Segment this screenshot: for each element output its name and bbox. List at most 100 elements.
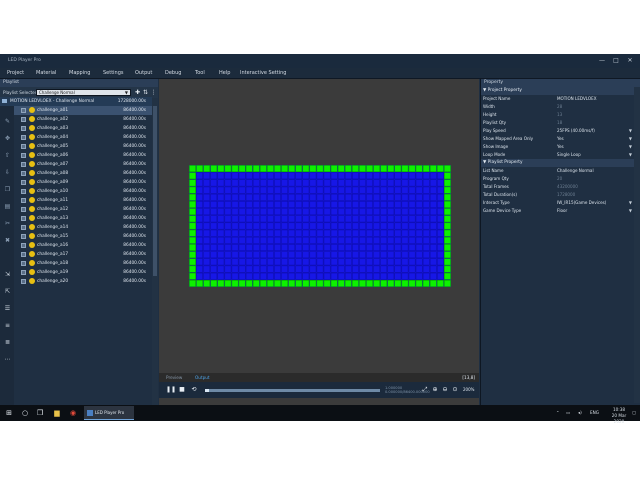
item-checkbox[interactable] xyxy=(21,198,26,203)
property-row[interactable]: Total Duration(s) 1728000 xyxy=(481,191,634,199)
playlist-item[interactable]: challenge_a09 86400.00s xyxy=(14,178,152,187)
cut-icon[interactable]: ✂ xyxy=(3,220,12,228)
property-scrollbar[interactable] xyxy=(634,87,640,403)
sort-icon[interactable]: ⇅ xyxy=(142,89,149,96)
list-alt-icon[interactable]: ≡ xyxy=(3,322,12,330)
up-icon[interactable]: ⇧ xyxy=(3,152,12,160)
list-icon[interactable]: ☰ xyxy=(3,305,12,313)
edit-icon[interactable]: ✎ xyxy=(3,118,12,126)
clock[interactable]: 10:38 20 Mar 2020 xyxy=(607,405,631,424)
fit-icon[interactable]: ⤢ xyxy=(421,386,429,394)
import-icon[interactable]: ⇲ xyxy=(3,271,12,279)
property-row[interactable]: Height 13 xyxy=(481,111,634,119)
menu-debug[interactable]: Debug xyxy=(165,68,181,79)
menu-interactive-setting[interactable]: Interactive Setting xyxy=(240,68,286,79)
pause-icon[interactable]: ❚❚ xyxy=(166,386,176,394)
playlist-item[interactable]: challenge_a18 86400.00s xyxy=(14,259,152,268)
item-checkbox[interactable] xyxy=(21,243,26,248)
item-checkbox[interactable] xyxy=(21,252,26,257)
add-playlist-icon[interactable]: ✚ xyxy=(134,89,141,96)
property-section-header[interactable]: ▼ Project Property xyxy=(481,87,634,95)
property-row[interactable]: Total Frames 43200000 xyxy=(481,183,634,191)
item-checkbox[interactable] xyxy=(21,144,26,149)
playlist-item[interactable]: challenge_a08 86400.00s xyxy=(14,169,152,178)
progress-slider[interactable] xyxy=(205,389,380,392)
chevron-down-icon[interactable]: ▼ xyxy=(629,127,632,135)
minimize-button[interactable]: — xyxy=(596,54,608,68)
chevron-down-icon[interactable]: ▼ xyxy=(629,207,632,215)
playlist-item[interactable]: challenge_a10 86400.00s xyxy=(14,187,152,196)
item-checkbox[interactable] xyxy=(21,216,26,221)
property-row[interactable]: Show Mapped Area Only Yes ▼ xyxy=(481,135,634,143)
menu-output[interactable]: Output xyxy=(135,68,152,79)
playlist-item[interactable]: challenge_a16 86400.00s xyxy=(14,241,152,250)
playlist-item[interactable]: challenge_a12 86400.00s xyxy=(14,205,152,214)
property-value[interactable]: Floor xyxy=(557,207,567,215)
loop-icon[interactable]: ⟲ xyxy=(190,386,198,394)
item-checkbox[interactable] xyxy=(21,135,26,140)
volume-icon[interactable]: ◂) xyxy=(578,405,582,421)
item-checkbox[interactable] xyxy=(21,108,26,113)
export-icon[interactable]: ⇱ xyxy=(3,288,12,296)
chevron-down-icon[interactable]: ▼ xyxy=(629,151,632,159)
property-value[interactable]: Yes xyxy=(557,135,564,143)
property-value[interactable]: Single Loop xyxy=(557,151,581,159)
zoom-in-icon[interactable]: ⊕ xyxy=(431,386,439,394)
windows-start-icon[interactable]: ⊞ xyxy=(4,408,14,418)
playlist-item[interactable]: challenge_a17 86400.00s xyxy=(14,250,152,259)
playlist-item[interactable]: challenge_a01 86400.00s xyxy=(14,106,152,115)
item-checkbox[interactable] xyxy=(21,126,26,131)
item-checkbox[interactable] xyxy=(21,153,26,158)
delete-icon[interactable]: ✖ xyxy=(3,237,12,245)
copy-icon[interactable]: ❐ xyxy=(3,186,12,194)
playlist-scrollbar-thumb[interactable] xyxy=(153,106,157,276)
dots-icon[interactable]: ⋯ xyxy=(3,356,12,364)
notification-icon[interactable]: ▢ xyxy=(632,405,636,421)
playlist-item[interactable]: challenge_a02 86400.00s xyxy=(14,115,152,124)
tab-output[interactable]: Output xyxy=(195,373,210,382)
chrome-icon[interactable]: ◉ xyxy=(68,408,78,418)
menu-settings[interactable]: Settings xyxy=(103,68,124,79)
property-row[interactable]: Loop Mode Single Loop ▼ xyxy=(481,151,634,159)
paste-icon[interactable]: ▤ xyxy=(3,203,12,211)
move-icon[interactable]: ✥ xyxy=(3,135,12,143)
property-row[interactable]: Interact Type IW_IR15(Game Devices) ▼ xyxy=(481,199,634,207)
chevron-down-icon[interactable]: ▼ xyxy=(629,199,632,207)
property-row[interactable]: Width 28 xyxy=(481,103,634,111)
property-section-header[interactable]: ▼ Playlist Property xyxy=(481,159,634,167)
menu-material[interactable]: Material xyxy=(36,68,56,79)
item-checkbox[interactable] xyxy=(21,162,26,167)
property-row[interactable]: Project Name MOTION LEDVLOEX xyxy=(481,95,634,103)
playlist-item[interactable]: challenge_a15 86400.00s xyxy=(14,232,152,241)
property-row[interactable]: Play Speed 25FPS (40.00ms/f) ▼ xyxy=(481,127,634,135)
chevron-down-icon[interactable]: ▼ xyxy=(629,135,632,143)
item-checkbox[interactable] xyxy=(21,189,26,194)
menu-mapping[interactable]: Mapping xyxy=(69,68,90,79)
zoom-reset-icon[interactable]: ⊙ xyxy=(451,386,459,394)
playlist-dropdown[interactable]: Challenge Normal ▼ xyxy=(36,89,131,96)
property-value[interactable]: Yes xyxy=(557,143,564,151)
item-checkbox[interactable] xyxy=(21,207,26,212)
menu-tool[interactable]: Tool xyxy=(195,68,205,79)
language-indicator[interactable]: ENG xyxy=(590,405,599,421)
menu-icon[interactable]: ≣ xyxy=(3,339,12,347)
property-row[interactable]: List Name Challenge Normal xyxy=(481,167,634,175)
playlist-item[interactable]: challenge_a19 86400.00s xyxy=(14,268,152,277)
playlist-item[interactable]: challenge_a13 86400.00s xyxy=(14,214,152,223)
more-icon[interactable]: ⋮ xyxy=(150,89,157,96)
maximize-button[interactable]: □ xyxy=(610,54,622,68)
property-value[interactable]: 25FPS (40.00ms/f) xyxy=(557,127,595,135)
item-checkbox[interactable] xyxy=(21,261,26,266)
item-checkbox[interactable] xyxy=(21,270,26,275)
taskbar-app-led-player[interactable]: LED Player Pro xyxy=(84,406,134,420)
property-row[interactable]: Game Device Type Floor ▼ xyxy=(481,207,634,215)
close-button[interactable]: ✕ xyxy=(624,54,636,68)
playlist-item[interactable]: challenge_a14 86400.00s xyxy=(14,223,152,232)
stop-icon[interactable]: ■ xyxy=(178,386,186,394)
property-value[interactable]: IW_IR15(Game Devices) xyxy=(557,199,606,207)
playlist-item[interactable]: challenge_a20 86400.00s xyxy=(14,277,152,286)
playlist-item[interactable]: challenge_a03 86400.00s xyxy=(14,124,152,133)
playlist-item[interactable]: challenge_a06 86400.00s xyxy=(14,151,152,160)
down-icon[interactable]: ⇩ xyxy=(3,169,12,177)
property-row[interactable]: Program Qty 20 xyxy=(481,175,634,183)
